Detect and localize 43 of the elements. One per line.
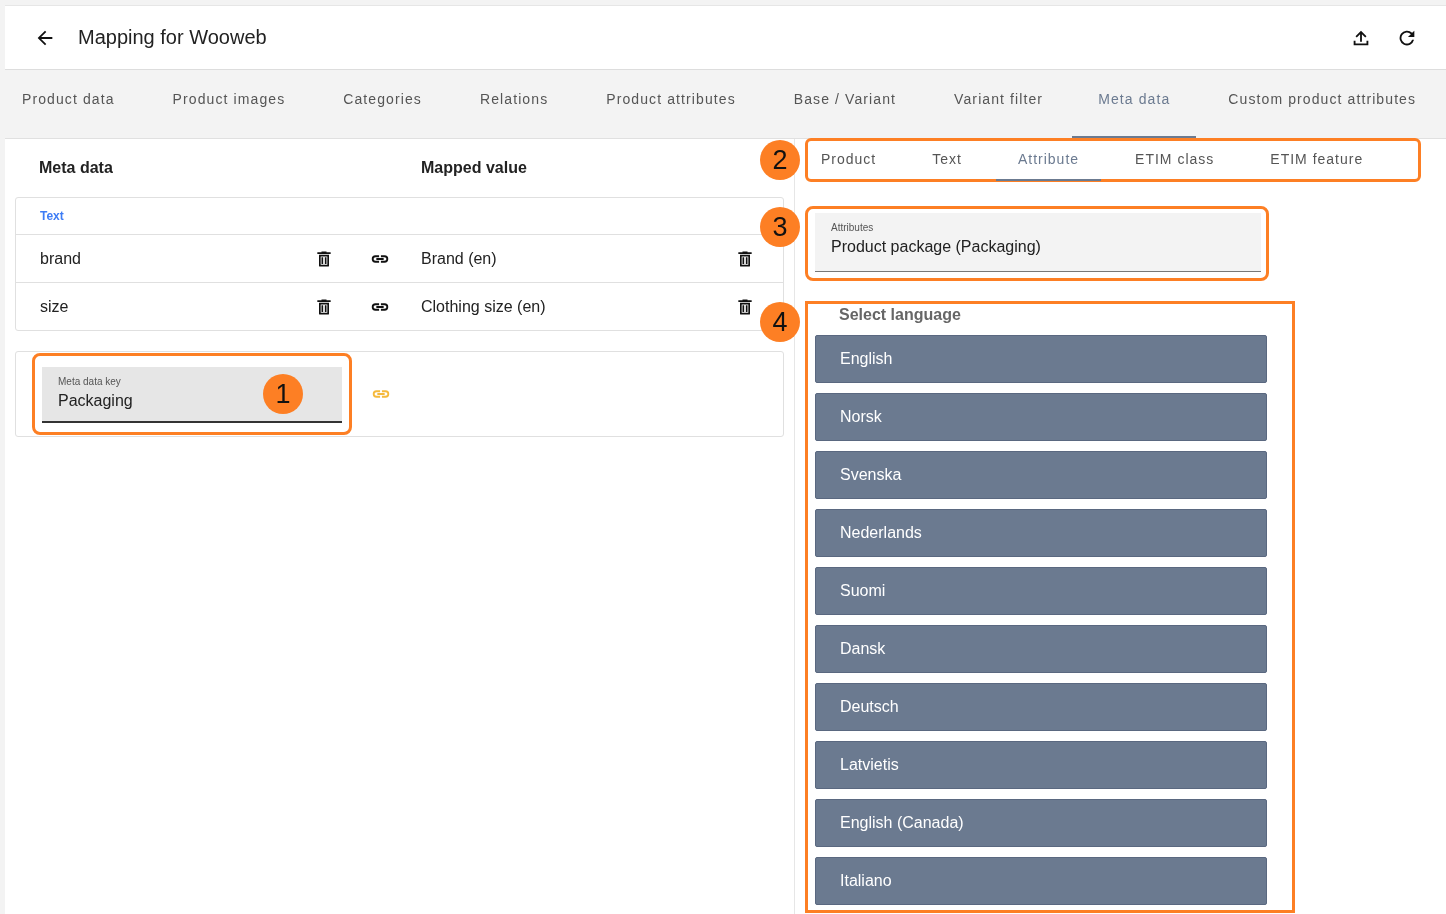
- page-title: Mapping for Wooweb: [78, 26, 267, 49]
- column-header: Meta data: [39, 159, 114, 177]
- tab[interactable]: Product attributes: [606, 70, 736, 138]
- tab[interactable]: Variant filter: [954, 70, 1044, 138]
- source-tab[interactable]: Attribute: [989, 141, 1108, 179]
- tab[interactable]: Meta data: [1072, 70, 1197, 138]
- mapped-value: Clothing size (en): [421, 297, 547, 316]
- source-tab[interactable]: Text: [932, 141, 962, 179]
- callout-number: 1: [263, 374, 303, 414]
- attributes-field[interactable]: Attributes Product package (Packaging): [815, 213, 1261, 272]
- meta-key: size: [40, 297, 314, 316]
- language-button[interactable]: Dansk: [815, 625, 1267, 673]
- mapped-value: Brand (en): [421, 249, 498, 268]
- source-tab[interactable]: Product: [821, 141, 877, 179]
- callout-number: 4: [760, 302, 800, 342]
- language-button[interactable]: Svenska: [815, 451, 1267, 499]
- tab[interactable]: Categories: [343, 70, 422, 138]
- column-header: Mapped value: [421, 159, 527, 177]
- language-button[interactable]: Italiano: [815, 857, 1267, 905]
- tab[interactable]: Product images: [172, 70, 286, 138]
- tab[interactable]: Relations: [479, 70, 549, 138]
- tab[interactable]: Base / Variant: [793, 70, 897, 138]
- callout-number: 2: [760, 140, 800, 180]
- tab[interactable]: Product data: [22, 70, 115, 138]
- language-button[interactable]: English: [815, 335, 1267, 383]
- language-button[interactable]: Deutsch: [815, 683, 1267, 731]
- language-button[interactable]: Norsk: [815, 393, 1267, 441]
- section-title: Select language: [839, 306, 962, 324]
- tab[interactable]: Custom product attributes: [1228, 70, 1417, 138]
- language-button[interactable]: Suomi: [815, 567, 1267, 615]
- field-value: Product package (Packaging): [831, 238, 1041, 256]
- callout-number: 3: [760, 207, 800, 247]
- source-tab[interactable]: ETIM feature: [1270, 141, 1364, 179]
- source-tab[interactable]: ETIM class: [1135, 141, 1215, 179]
- field-value: Packaging: [58, 392, 133, 410]
- language-button[interactable]: English (Canada): [815, 799, 1267, 847]
- field-label: Attributes: [831, 222, 875, 233]
- group-label: Text: [40, 209, 64, 223]
- meta-key: brand: [40, 249, 314, 268]
- meta-key-field[interactable]: Meta data key Packaging 1: [42, 367, 342, 423]
- field-label: Meta data key: [58, 376, 122, 387]
- language-button[interactable]: Latvietis: [815, 741, 1267, 789]
- language-button[interactable]: Nederlands: [815, 509, 1267, 557]
